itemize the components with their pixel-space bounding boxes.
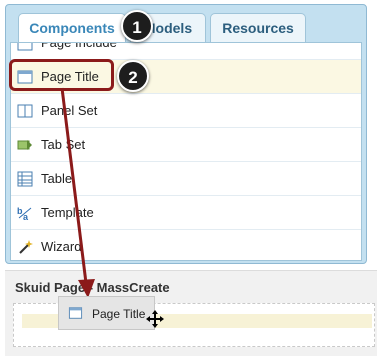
drag-ghost-page-title[interactable]: Page Title [58,296,155,330]
drag-ghost-label: Page Title [92,307,146,321]
callout-badge-2: 2 [117,60,149,92]
page-title-icon [68,307,83,319]
callout-badge-1: 1 [121,10,153,42]
move-cursor-icon [146,310,164,328]
drag-arrow [60,87,95,298]
